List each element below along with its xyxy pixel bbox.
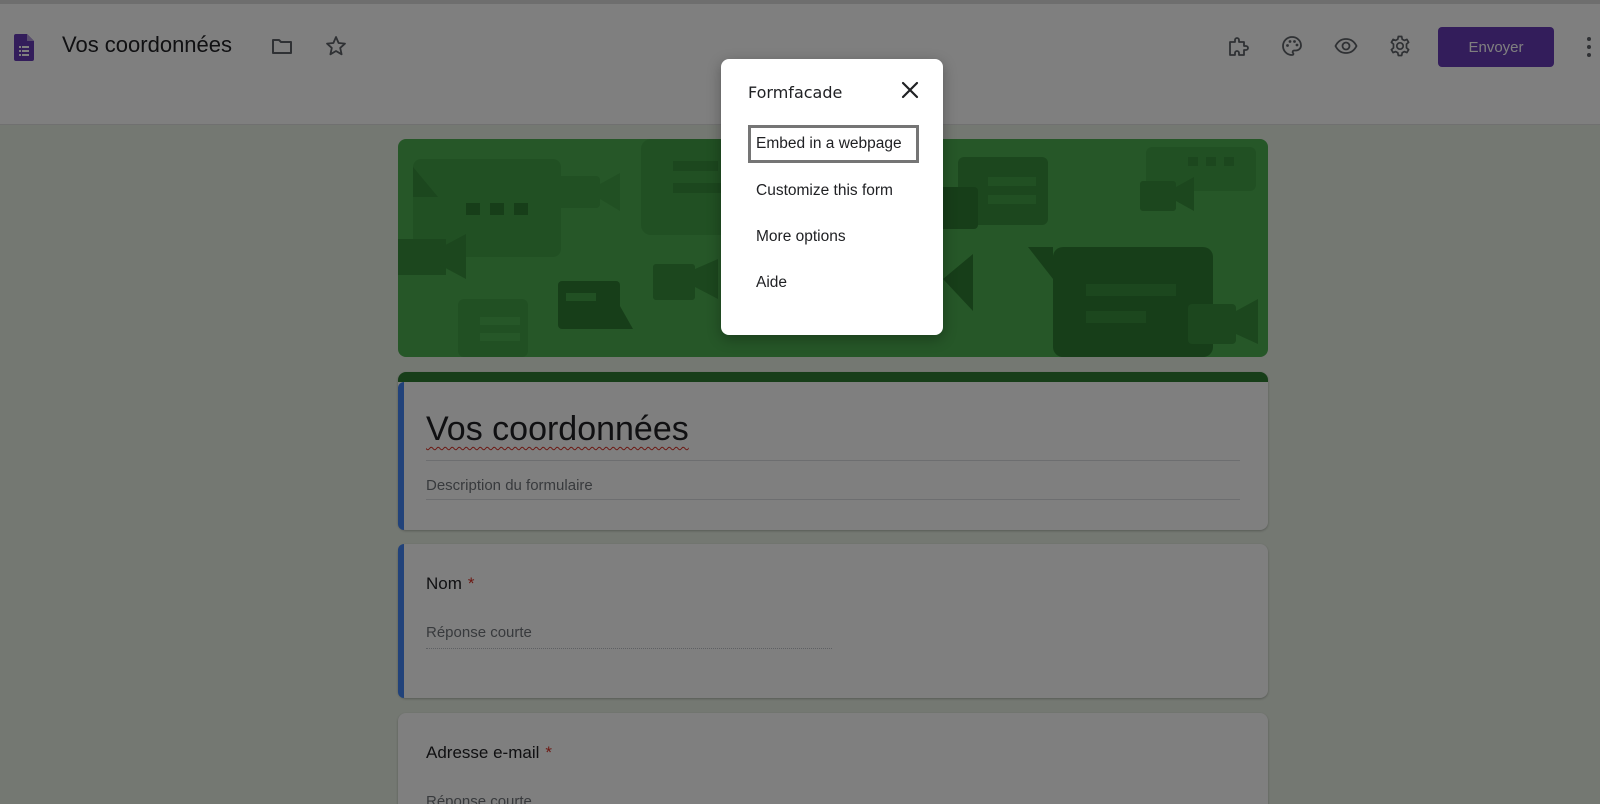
formfacade-dialog: Formfacade Embed in a webpage Customize … [721, 59, 943, 335]
menu-item-embed[interactable]: Embed in a webpage [748, 125, 919, 163]
menu-item-aide[interactable]: Aide [748, 264, 919, 302]
menu-item-more-options[interactable]: More options [748, 218, 919, 256]
menu-item-customize[interactable]: Customize this form [748, 172, 919, 210]
close-icon[interactable] [897, 77, 923, 103]
dialog-title: Formfacade [748, 83, 843, 102]
